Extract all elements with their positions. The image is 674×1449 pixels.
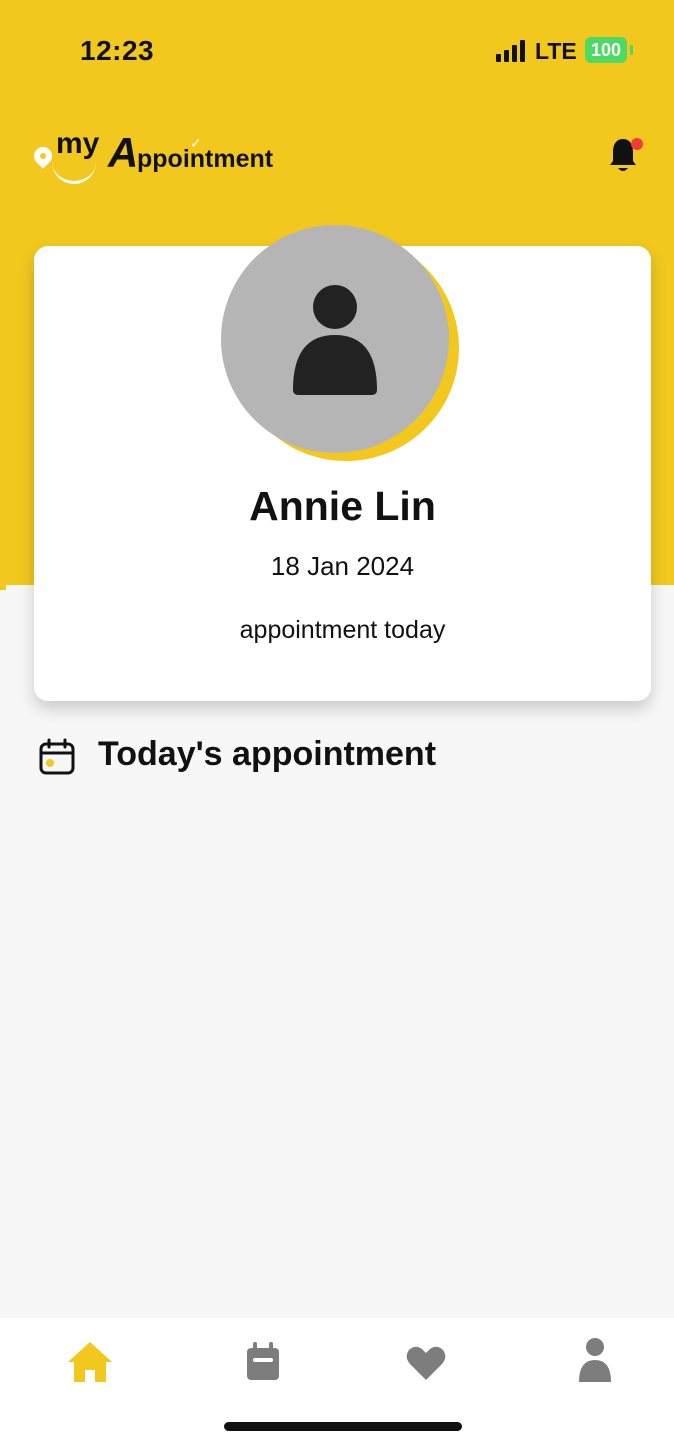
app-logo: my A ✓ ppointment	[30, 125, 314, 190]
home-icon[interactable]	[60, 1332, 120, 1392]
battery-tip	[630, 45, 633, 55]
calendar-icon	[39, 738, 75, 775]
person-icon	[293, 285, 377, 395]
logo-letter: A	[108, 129, 139, 176]
appointment-date: 18 Jan 2024	[270, 551, 415, 581]
person-icon[interactable]	[565, 1332, 625, 1392]
network-type: LTE	[535, 38, 577, 64]
appointment-status: appointment today	[239, 616, 446, 644]
status-bar: 12:23 LTE 100	[0, 0, 674, 100]
user-name: Annie Lin	[249, 483, 436, 529]
avatar-circle	[221, 225, 449, 453]
logo-rest: ppointment	[137, 145, 274, 173]
section-title: Today's appointment	[98, 735, 437, 773]
avatar[interactable]	[221, 225, 461, 465]
logo-my: my	[56, 127, 100, 160]
signal-icon	[496, 40, 530, 62]
heart-icon[interactable]	[396, 1332, 456, 1392]
home-indicator	[224, 1422, 462, 1431]
battery-level: 100	[590, 39, 622, 60]
battery-icon: 100	[585, 37, 627, 63]
status-time: 12:23	[80, 35, 155, 66]
notification-dot	[631, 138, 643, 150]
calendar-icon[interactable]	[233, 1332, 293, 1392]
